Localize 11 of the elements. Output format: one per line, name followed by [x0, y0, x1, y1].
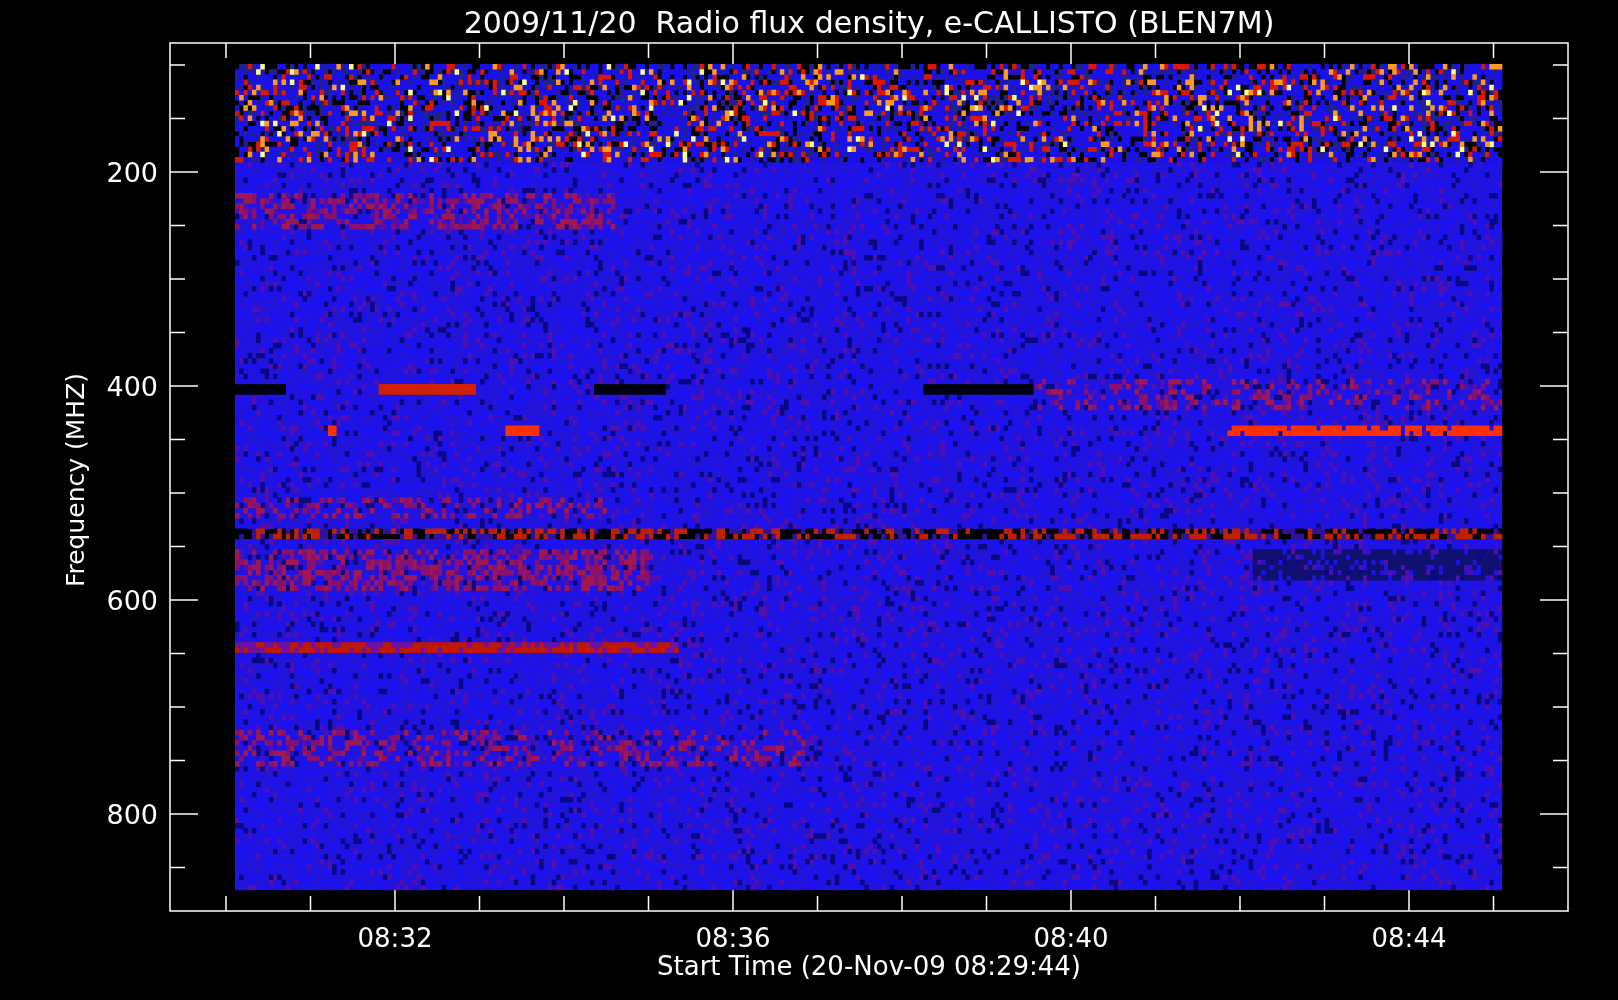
y-axis-label: Frequency (MHZ)	[61, 372, 90, 588]
x-tick-label: 08:40	[1033, 923, 1109, 953]
x-axis-label: Start Time (20-Nov-09 08:29:44)	[657, 951, 1081, 981]
x-tick-label: 08:36	[695, 923, 771, 953]
y-tick-label: 600	[106, 585, 158, 616]
y-tick-label: 400	[106, 371, 158, 402]
chart-title: 2009/11/20 Radio flux density, e-CALLISTO (BLEN7M)	[463, 5, 1275, 40]
x-tick-label: 08:32	[357, 923, 433, 953]
y-tick-label: 200	[106, 157, 158, 188]
y-tick-label: 800	[106, 799, 158, 830]
x-tick-label: 08:44	[1371, 923, 1447, 953]
